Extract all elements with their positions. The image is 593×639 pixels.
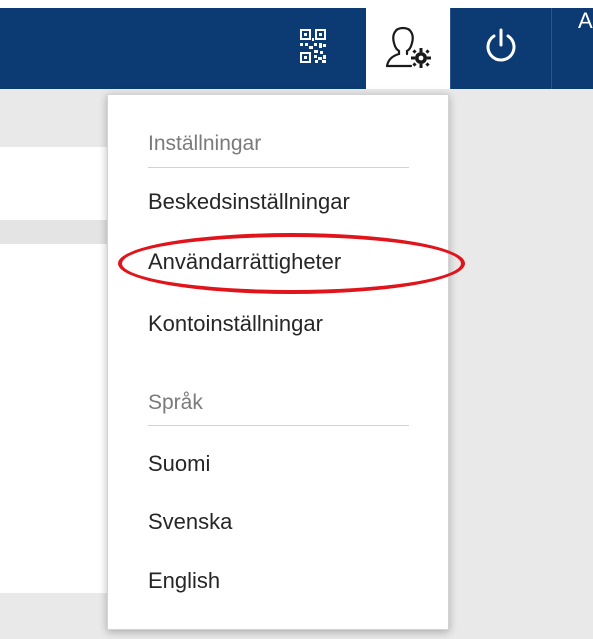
menu-item-language-english[interactable]: English	[148, 567, 220, 595]
qr-code-button[interactable]	[260, 8, 366, 89]
power-button[interactable]	[451, 8, 551, 89]
settings-section-separator	[148, 167, 409, 168]
menu-item-account-settings[interactable]: Kontoinställningar	[148, 310, 323, 338]
topbar-divider	[551, 8, 552, 89]
background-divider-band	[0, 220, 110, 244]
user-settings-button[interactable]	[366, 8, 450, 89]
user-settings-icon	[383, 24, 433, 73]
background-content-panel	[0, 147, 110, 593]
menu-item-message-settings[interactable]: Beskedsinställningar	[148, 188, 350, 216]
menu-item-user-rights[interactable]: Användarrättigheter	[148, 248, 341, 276]
language-section-separator	[148, 425, 409, 426]
settings-section-header: Inställningar	[148, 132, 262, 155]
menu-item-language-swedish[interactable]: Svenska	[148, 508, 232, 536]
qr-code-icon	[300, 29, 326, 68]
top-navigation-bar: A	[0, 8, 593, 89]
app-screen: A Inställningar Beskedsinställningar Anv…	[0, 0, 593, 639]
language-section-header: Språk	[148, 391, 203, 414]
menu-item-language-finnish[interactable]: Suomi	[148, 450, 210, 478]
topbar-cut-off-label[interactable]: A	[578, 10, 593, 32]
power-icon	[483, 27, 519, 70]
user-settings-dropdown-menu: Inställningar Beskedsinställningar Använ…	[107, 94, 449, 630]
